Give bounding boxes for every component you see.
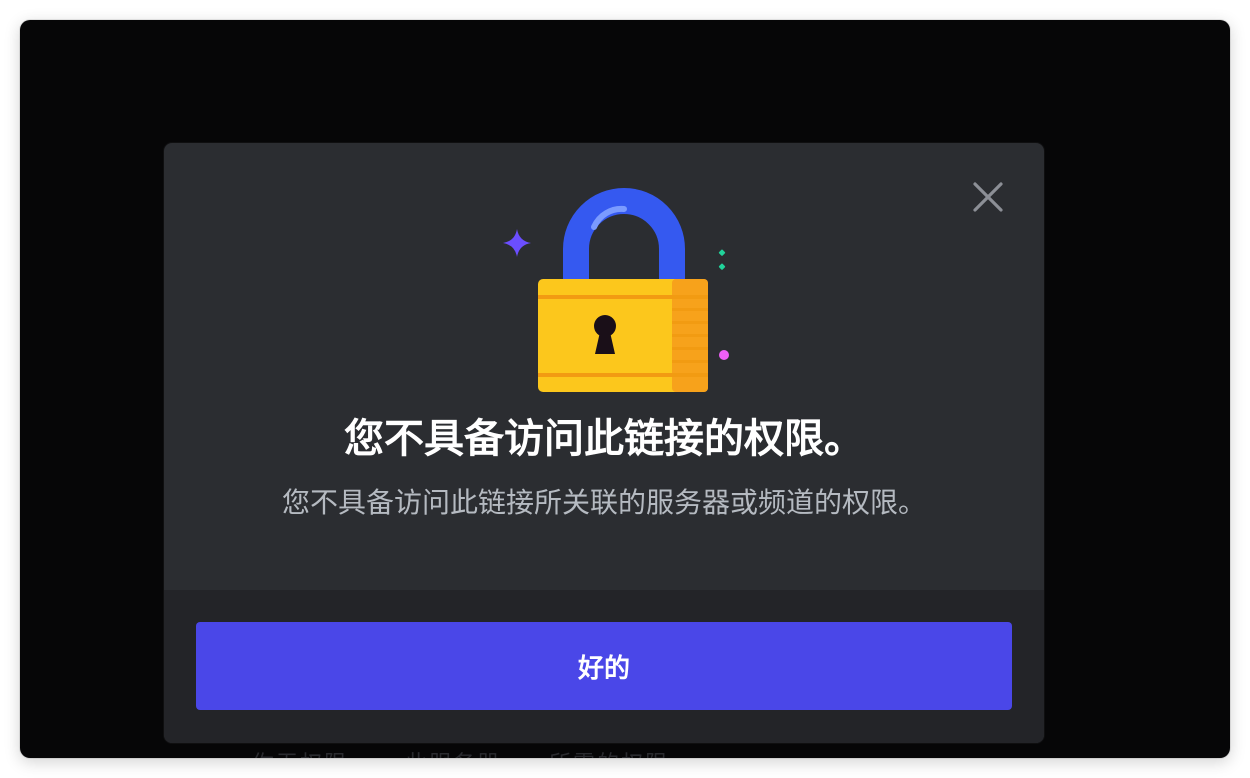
modal-subtitle: 您不具备访问此链接所关联的服务器或频道的权限。 xyxy=(281,486,926,519)
padlock-icon xyxy=(503,188,729,392)
sparkle-green-icon xyxy=(718,249,726,270)
ok-button[interactable]: 好的 xyxy=(196,622,1012,710)
background-partial-text: 你无权限…… 此服务器……所需的权限。 xyxy=(252,746,693,758)
modal-title: 您不具备访问此链接的权限。 xyxy=(344,416,864,462)
modal-footer: 好的 xyxy=(164,590,1044,743)
access-denied-modal: 您不具备访问此链接的权限。 您不具备访问此链接所关联的服务器或频道的权限。 好的 xyxy=(164,143,1044,743)
sparkle-purple-icon xyxy=(503,229,531,257)
close-icon xyxy=(973,182,1003,212)
close-button[interactable] xyxy=(970,179,1006,215)
dot-pink-icon xyxy=(719,350,729,360)
app-window: 你无权限…… 此服务器……所需的权限。 xyxy=(20,20,1230,758)
